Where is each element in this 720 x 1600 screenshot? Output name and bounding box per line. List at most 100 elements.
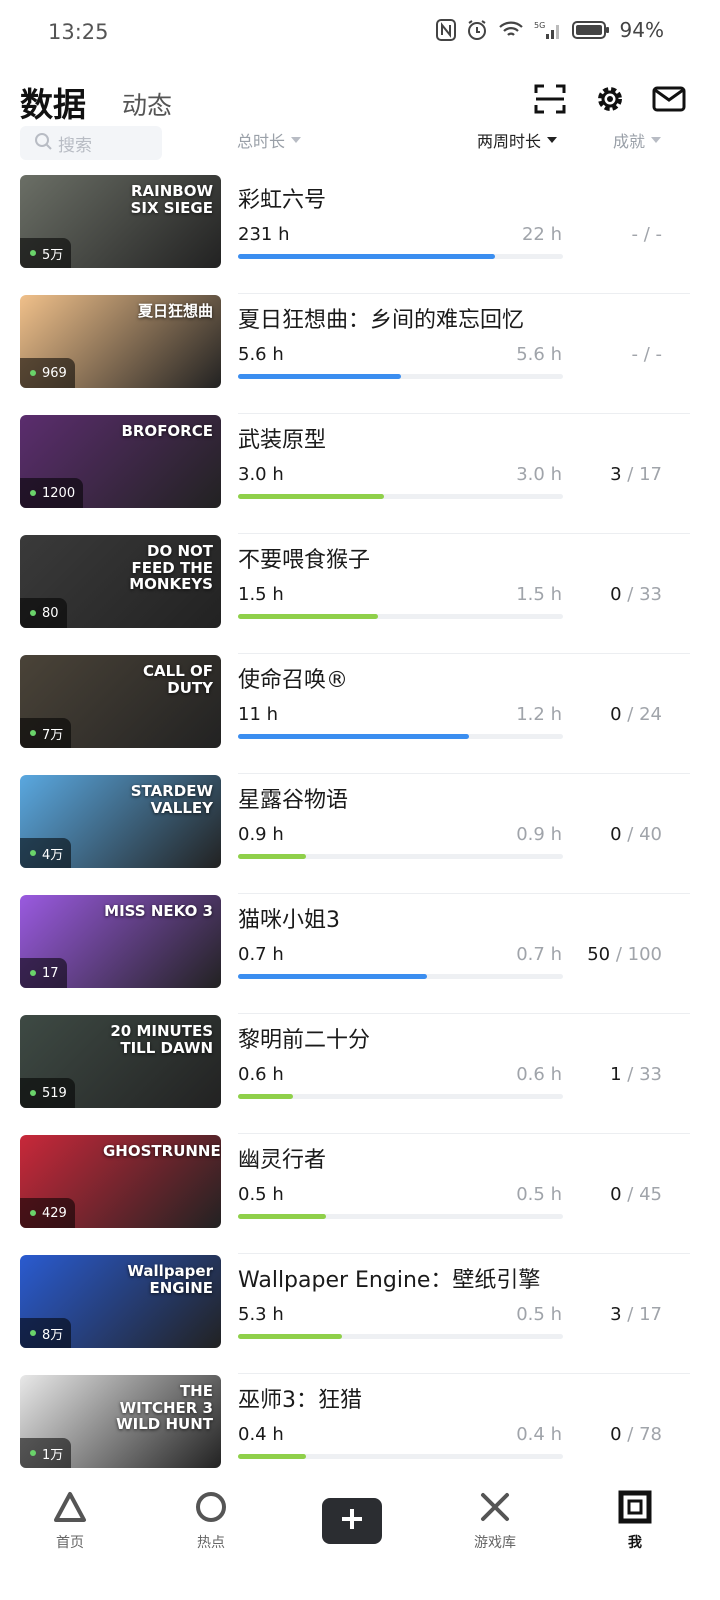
status-bar: 13:25 5G 94% [0,0,720,70]
total-playtime: 3.0 h [238,464,284,485]
header: 数据 动态 [0,72,720,128]
game-row[interactable]: Wallpaper ENGINE 8万 Wallpaper Engine：壁纸引擎 5… [0,1254,720,1374]
achievements-total: / 100 [610,944,662,965]
game-row[interactable]: 20 MINUTES TILL DAWN 519 黎明前二十分 0.6 h 0.6 h1… [0,1014,720,1134]
game-list: RAINBOW SIX SIEGE 5万 彩虹六号 231 h 22 h- / - 夏日狂… [0,174,720,1494]
owners-count: 1200 [42,485,76,501]
game-title: 不要喂食猴子 [238,548,371,573]
playtime-progress-fill [238,1454,307,1459]
game-title: 星露谷物语 [238,788,349,813]
nfc-icon [435,19,456,41]
playtime-progress-fill [238,1214,326,1219]
playtime-progress-track [238,254,563,259]
game-cover-image[interactable]: 夏日狂想曲 969 [20,295,221,388]
sort-achievements[interactable]: 成就 [613,128,662,152]
achievements: 0 / 45 [552,1184,662,1205]
game-title: 武装原型 [238,428,327,453]
game-cover-image[interactable]: STARDEW VALLEY 4万 [20,775,221,868]
game-title: 夏日狂想曲：乡间的难忘回忆 [238,308,525,333]
online-dot-icon [30,490,36,496]
alarm-icon [466,19,488,41]
nav-me[interactable]: 我 [590,1490,680,1552]
hot-circle-icon [166,1490,256,1524]
playtime-progress-track [238,734,563,739]
game-cover-image[interactable]: THE WITCHER 3 WILD HUNT 1万 [20,1375,221,1468]
owners-badge: 519 [20,1078,75,1108]
sort-total-label: 总时长 [237,132,286,151]
mail-icon[interactable] [652,82,686,116]
game-cover-image[interactable]: MISS NEKO 3 17 [20,895,221,988]
tab-activity[interactable]: 动态 [122,86,172,122]
achievements: 0 / 24 [552,704,662,725]
achievements-unlocked: 0 [610,1424,622,1445]
nav-hot[interactable]: 热点 [166,1490,256,1552]
game-title: 猫咪小姐3 [238,908,340,933]
game-cover-image[interactable]: DO NOT FEED THE MONKEYS 80 [20,535,221,628]
achievements-total: / 40 [621,824,662,845]
cover-title: DO NOT FEED THE MONKEYS [129,542,213,593]
achievements: - / - [552,224,663,245]
game-row[interactable]: 夏日狂想曲 969 夏日狂想曲：乡间的难忘回忆 5.6 h 5.6 h- / - [0,294,720,414]
achievements: 1 / 33 [552,1064,662,1085]
game-cover-image[interactable]: Wallpaper ENGINE 8万 [20,1255,221,1348]
nav-home[interactable]: 首页 [25,1490,115,1552]
me-square-icon [590,1490,680,1524]
sort-two-week-label: 两周时长 [477,132,542,151]
playtime-progress-track [238,1334,563,1339]
achievements: 3 / 17 [552,1304,662,1325]
cover-title: BROFORCE [121,422,213,440]
search-icon [34,132,52,155]
scan-icon[interactable] [533,82,567,116]
battery-percent: 94% [619,18,664,42]
achievements-unlocked: 1 [610,1064,622,1085]
game-cover-image[interactable]: 20 MINUTES TILL DAWN 519 [20,1015,221,1108]
playtime-progress-track [238,374,563,379]
achievements-unlocked: 0 [610,584,622,605]
achievements-unlocked: 3 [610,464,622,485]
tab-data[interactable]: 数据 [20,78,86,126]
game-row[interactable]: GHOSTRUNNER 429 幽灵行者 0.5 h 0.5 h0 / 45 [0,1134,720,1254]
total-playtime: 5.6 h [238,344,284,365]
online-dot-icon [30,850,36,856]
owners-count: 4万 [42,847,64,863]
add-button[interactable] [322,1498,382,1544]
total-playtime: 0.4 h [238,1424,284,1445]
total-playtime: 0.9 h [238,824,284,845]
chevron-down-icon [547,137,558,143]
search-input[interactable]: 搜索 [20,126,162,160]
battery-icon [571,20,610,40]
game-title: 使命召唤® [238,668,349,693]
filter-row: 搜索 总时长 两周时长 成就 [0,126,720,160]
achievements-unlocked: 0 [610,1184,622,1205]
achievements-total: / 45 [621,1184,662,1205]
sort-two-week-time[interactable]: 两周时长 [477,128,558,152]
game-title: Wallpaper Engine：壁纸引擎 [238,1268,541,1293]
cover-title: THE WITCHER 3 WILD HUNT [116,1382,213,1433]
total-playtime: 0.6 h [238,1064,284,1085]
owners-count: 7万 [42,727,64,743]
game-title: 黎明前二十分 [238,1028,371,1053]
game-cover-image[interactable]: CALL OF DUTY 7万 [20,655,221,748]
nav-library[interactable]: 游戏库 [450,1490,540,1552]
game-row[interactable]: MISS NEKO 3 17 猫咪小姐3 0.7 h 0.7 h 50 / 100 [0,894,720,1014]
achievements: 0 / 40 [552,824,662,845]
game-row[interactable]: CALL OF DUTY 7万 使命召唤® 11 h 1.2 h0 / 24 [0,654,720,774]
owners-badge: 429 [20,1198,75,1228]
game-cover-image[interactable]: BROFORCE 1200 [20,415,221,508]
plus-icon [340,1507,364,1535]
game-row[interactable]: STARDEW VALLEY 4万 星露谷物语 0.9 h 0.9 h0 / 40 [0,774,720,894]
game-row[interactable]: DO NOT FEED THE MONKEYS 80 不要喂食猴子 1.5 h 1.5 … [0,534,720,654]
game-row[interactable]: BROFORCE 1200 武装原型 3.0 h 3.0 h3 / 17 [0,414,720,534]
game-row[interactable]: RAINBOW SIX SIEGE 5万 彩虹六号 231 h 22 h- / - [0,174,720,294]
settings-gear-icon[interactable] [593,82,627,116]
playtime-progress-fill [238,254,495,259]
online-dot-icon [30,610,36,616]
game-cover-image[interactable]: RAINBOW SIX SIEGE 5万 [20,175,221,268]
online-dot-icon [30,1330,36,1336]
cover-title: Wallpaper ENGINE [127,1262,213,1297]
sort-total-time[interactable]: 总时长 [237,128,302,152]
owners-count: 17 [42,965,59,981]
achievements-total: - / - [631,224,663,245]
nav-home-label: 首页 [56,1535,84,1551]
game-cover-image[interactable]: GHOSTRUNNER 429 [20,1135,221,1228]
